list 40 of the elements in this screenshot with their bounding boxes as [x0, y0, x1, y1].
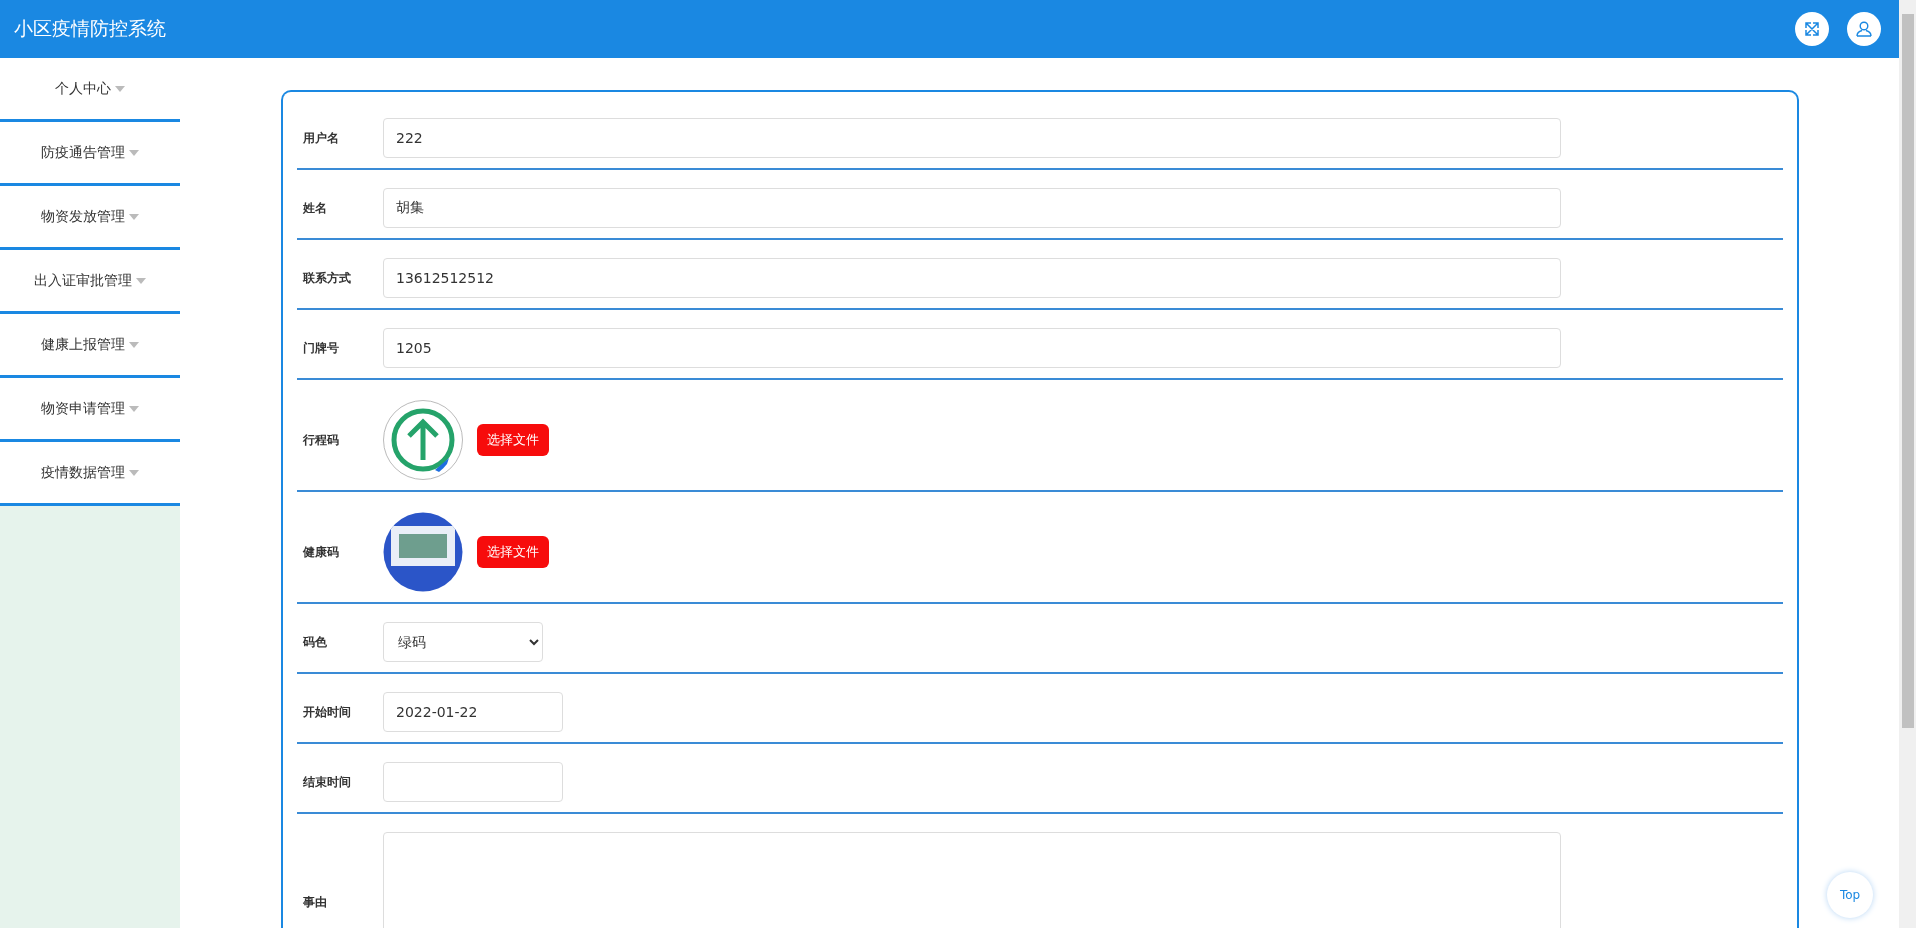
fullscreen-button[interactable] [1795, 12, 1829, 46]
field-label: 用户名 [302, 129, 340, 147]
text-field[interactable]: 胡集 [383, 188, 1561, 228]
sidebar-menu-item[interactable]: 个人中心 [0, 58, 180, 122]
field-label: 门牌号 [302, 339, 340, 357]
sidebar-menu-item[interactable]: 疫情数据管理 [0, 442, 180, 506]
user-icon [1855, 20, 1873, 38]
text-field[interactable]: 222 [383, 118, 1561, 158]
choose-file-button[interactable]: 选择文件 [477, 424, 549, 456]
text-field[interactable]: 1205 [383, 328, 1561, 368]
text-field[interactable]: 13612512512 [383, 258, 1561, 298]
date-field[interactable]: 2022-01-22 [383, 692, 563, 732]
date-field[interactable] [383, 762, 563, 802]
back-to-top-button[interactable]: Top [1827, 872, 1873, 918]
field-label: 码色 [302, 633, 328, 651]
user-button[interactable] [1847, 12, 1881, 46]
field-label: 姓名 [302, 199, 328, 217]
choose-file-button[interactable]: 选择文件 [477, 536, 549, 568]
field-label: 结束时间 [302, 773, 352, 791]
field-label: 开始时间 [302, 703, 352, 721]
caret-icon [129, 149, 139, 156]
caret-icon [136, 277, 146, 284]
app-title: 小区疫情防控系统 [14, 16, 167, 41]
caret-icon [129, 213, 139, 220]
expand-icon [1803, 20, 1821, 38]
sidebar-menu-item[interactable]: 健康上报管理 [0, 314, 180, 378]
caret-icon [115, 85, 125, 92]
field-label: 联系方式 [301, 269, 352, 287]
scrollbar[interactable] [1899, 0, 1916, 928]
caret-icon [129, 405, 139, 412]
select-field[interactable]: 绿码 [383, 622, 543, 662]
sidebar-menu-item[interactable]: 防疫通告管理 [0, 122, 180, 186]
caret-icon [129, 341, 139, 348]
sidebar-menu-item[interactable]: 物资申请管理 [0, 378, 180, 442]
sidebar-menu-item[interactable]: 物资发放管理 [0, 186, 180, 250]
field-label: 健康码 [302, 543, 340, 561]
caret-icon [129, 469, 139, 476]
sidebar-menu-item[interactable]: 出入证审批管理 [0, 250, 180, 314]
field-label: 事由 [302, 893, 328, 911]
field-label: 行程码 [302, 431, 340, 449]
